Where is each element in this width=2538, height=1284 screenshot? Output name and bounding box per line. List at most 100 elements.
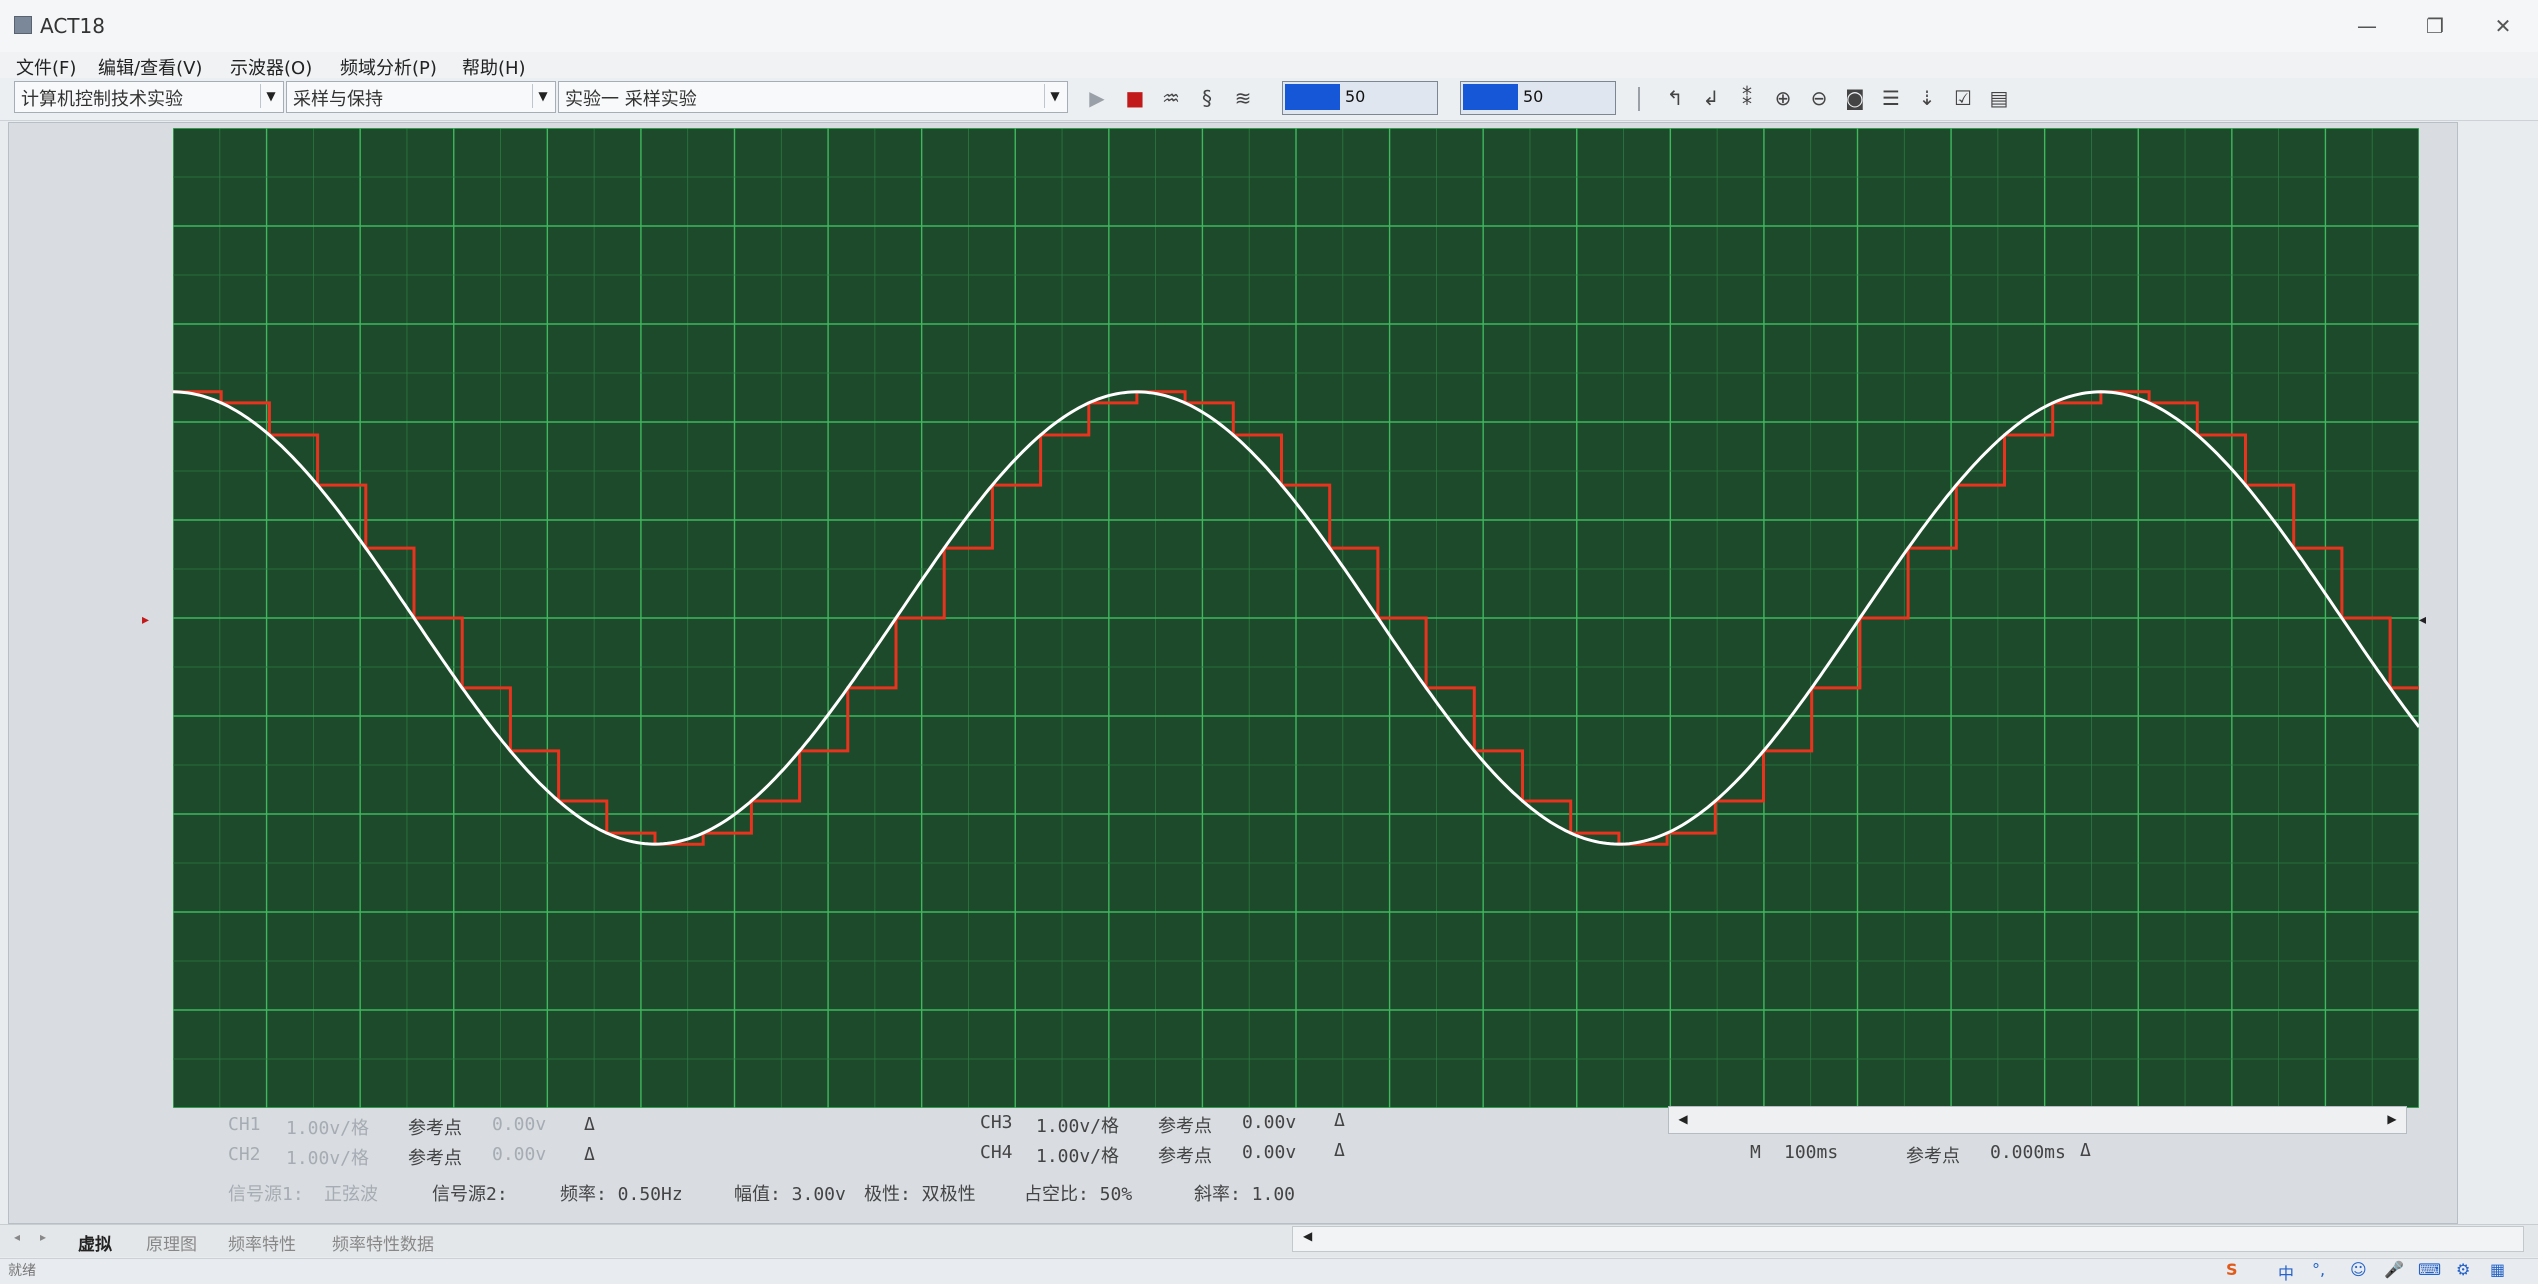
ch2-label: CH2 (228, 1144, 261, 1165)
course-select-value: 计算机控制技术实验 (21, 89, 183, 110)
course-select[interactable]: 计算机控制技术实验 ▼ (14, 81, 284, 113)
status-text: 就绪 (8, 1263, 36, 1279)
microphone-icon[interactable]: 🎤 (2384, 1260, 2404, 1279)
tray-menu-icon[interactable]: ▦ (2490, 1260, 2505, 1279)
ch3-delta-button[interactable]: Δ (1334, 1110, 1345, 1131)
scroll-right-icon[interactable]: ▶ (2382, 1109, 2402, 1129)
menu-help[interactable]: 帮助(H) (462, 54, 526, 80)
window-title: ACT18 (40, 14, 105, 38)
signal-amplitude[interactable]: 幅值: 3.00v (734, 1180, 846, 1206)
cursor-tool-icon[interactable]: ↰ (1662, 84, 1688, 112)
slider-1-value: 50 (1345, 87, 1366, 106)
oscilloscope-display[interactable] (173, 128, 2419, 1108)
scope-grid (173, 128, 2419, 1108)
ch2-delta-button[interactable]: Δ (584, 1144, 595, 1165)
camera-icon[interactable]: ◙ (1842, 84, 1868, 112)
signal-source1-value[interactable]: 正弦波 (324, 1180, 378, 1206)
tab-schematic[interactable]: 原理图 (146, 1230, 197, 1255)
ch4-ref-label: 参考点 (1158, 1146, 1212, 1167)
channel-slider-2[interactable]: 50 (1460, 81, 1616, 115)
timebase-label: M (1750, 1142, 1761, 1163)
ch3-label: CH3 (980, 1112, 1013, 1133)
menu-oscilloscope[interactable]: 示波器(O) (230, 54, 312, 80)
timebase-ref[interactable]: 0.000ms (1990, 1142, 2066, 1163)
ime-mode[interactable]: 中 (2278, 1260, 2294, 1284)
tab-nav-right-icon[interactable]: ▸ (40, 1230, 46, 1244)
experiment-select-value: 实验一 采样实验 (565, 89, 697, 110)
stop-button[interactable]: ■ (1122, 84, 1148, 112)
timebase-delta-button[interactable]: Δ (2080, 1140, 2091, 1161)
status-bar: 就绪 S 中 °, ☺ 🎤 ⌨ ⚙ ▦ (0, 1258, 2538, 1284)
ime-punct-icon[interactable]: °, (2312, 1260, 2325, 1279)
channel-slider-1[interactable]: 50 (1282, 81, 1438, 115)
ch2-ref[interactable]: 0.00v (492, 1144, 546, 1165)
minimize-button[interactable]: — (2342, 10, 2392, 42)
chevron-down-icon[interactable]: ▼ (532, 84, 553, 108)
ch4-label: CH4 (980, 1142, 1013, 1163)
experiment-select[interactable]: 实验一 采样实验 ▼ (558, 81, 1068, 113)
signal-frequency[interactable]: 频率: 0.50Hz (560, 1180, 683, 1206)
ime-logo-icon[interactable]: S (2226, 1260, 2238, 1279)
menu-frequency-analysis[interactable]: 频域分析(P) (340, 54, 437, 80)
slider-fill (1285, 84, 1340, 110)
ch3-scale[interactable]: 1.00v/格 (1036, 1112, 1119, 1138)
signal-slope[interactable]: 斜率: 1.00 (1194, 1180, 1295, 1206)
timebase-scrollbar[interactable]: ◀ ▶ (1668, 1106, 2407, 1134)
slider-2-value: 50 (1523, 87, 1544, 106)
zoom-out-icon[interactable]: ⊖ (1806, 84, 1832, 112)
wave-tool-3-icon[interactable]: ≋ (1230, 84, 1256, 112)
signal-source2-label: 信号源2: (432, 1184, 508, 1205)
zoom-in-icon[interactable]: ⊕ (1770, 84, 1796, 112)
measure-tool-icon[interactable]: ⁑ (1734, 84, 1760, 112)
wave-tool-2-icon[interactable]: § (1194, 84, 1220, 112)
list-icon[interactable]: ☰ (1878, 84, 1904, 112)
chapter-select-value: 采样与保持 (293, 89, 383, 110)
tab-nav-left-icon[interactable]: ◂ (14, 1230, 20, 1244)
timebase-value[interactable]: 100ms (1784, 1142, 1838, 1163)
ch1-delta-button[interactable]: Δ (584, 1114, 595, 1135)
menu-file[interactable]: 文件(F) (16, 54, 76, 80)
ch1-marker-icon: ▸ (142, 612, 150, 628)
tab-frequency-response[interactable]: 频率特性 (228, 1230, 296, 1255)
scroll-left-icon[interactable]: ◀ (1673, 1109, 1693, 1129)
chapter-select[interactable]: 采样与保持 ▼ (286, 81, 556, 113)
trigger-icon[interactable]: ⇣ (1914, 84, 1940, 112)
ch2-ref-label: 参考点 (408, 1148, 462, 1169)
toolbar: 计算机控制技术实验 ▼ 采样与保持 ▼ 实验一 采样实验 ▼ ▶ ■ ♒ § ≋… (0, 78, 2538, 121)
wave-tool-1-icon[interactable]: ♒ (1158, 84, 1184, 112)
cursor-tool-2-icon[interactable]: ↲ (1698, 84, 1724, 112)
chevron-down-icon[interactable]: ▼ (260, 84, 281, 108)
bottom-scrollbar[interactable]: ◀ (1292, 1226, 2524, 1252)
toolbar-divider (1638, 87, 1640, 111)
ch1-scale[interactable]: 1.00v/格 (286, 1114, 369, 1140)
run-button[interactable]: ▶ (1084, 84, 1110, 112)
maximize-button[interactable]: ❐ (2410, 10, 2460, 42)
chevron-down-icon[interactable]: ▼ (1044, 84, 1065, 108)
ch1-ref[interactable]: 0.00v (492, 1114, 546, 1135)
signal-duty-cycle[interactable]: 占空比: 50% (1024, 1180, 1132, 1206)
settings-icon[interactable]: ⚙ (2456, 1260, 2470, 1279)
signal-source1-label: 信号源1: (228, 1184, 304, 1205)
app-icon (14, 16, 32, 34)
signal-polarity[interactable]: 极性: 双极性 (864, 1180, 976, 1206)
ch4-ref[interactable]: 0.00v (1242, 1142, 1296, 1163)
trigger-marker-icon: ◂ (2419, 612, 2427, 628)
keyboard-icon[interactable]: ⌨ (2418, 1260, 2441, 1279)
ch3-ref[interactable]: 0.00v (1242, 1112, 1296, 1133)
slider-fill (1463, 84, 1518, 110)
tab-virtual[interactable]: 虚拟 (78, 1230, 112, 1255)
print-icon[interactable]: ▤ (1986, 84, 2012, 112)
menu-edit-view[interactable]: 编辑/查看(V) (98, 54, 202, 80)
ch4-delta-button[interactable]: Δ (1334, 1140, 1345, 1161)
close-button[interactable]: ✕ (2478, 10, 2528, 42)
title-bar: ACT18 — ❐ ✕ (0, 0, 2538, 53)
emoji-icon[interactable]: ☺ (2350, 1260, 2367, 1279)
timebase-ref-label: 参考点 (1906, 1146, 1960, 1167)
ch1-ref-label: 参考点 (408, 1118, 462, 1139)
scroll-left-icon[interactable]: ◀ (1303, 1229, 1312, 1243)
ch1-label: CH1 (228, 1114, 261, 1135)
checkbox-icon[interactable]: ☑ (1950, 84, 1976, 112)
tab-frequency-data[interactable]: 频率特性数据 (332, 1230, 434, 1255)
ch4-scale[interactable]: 1.00v/格 (1036, 1142, 1119, 1168)
ch2-scale[interactable]: 1.00v/格 (286, 1144, 369, 1170)
